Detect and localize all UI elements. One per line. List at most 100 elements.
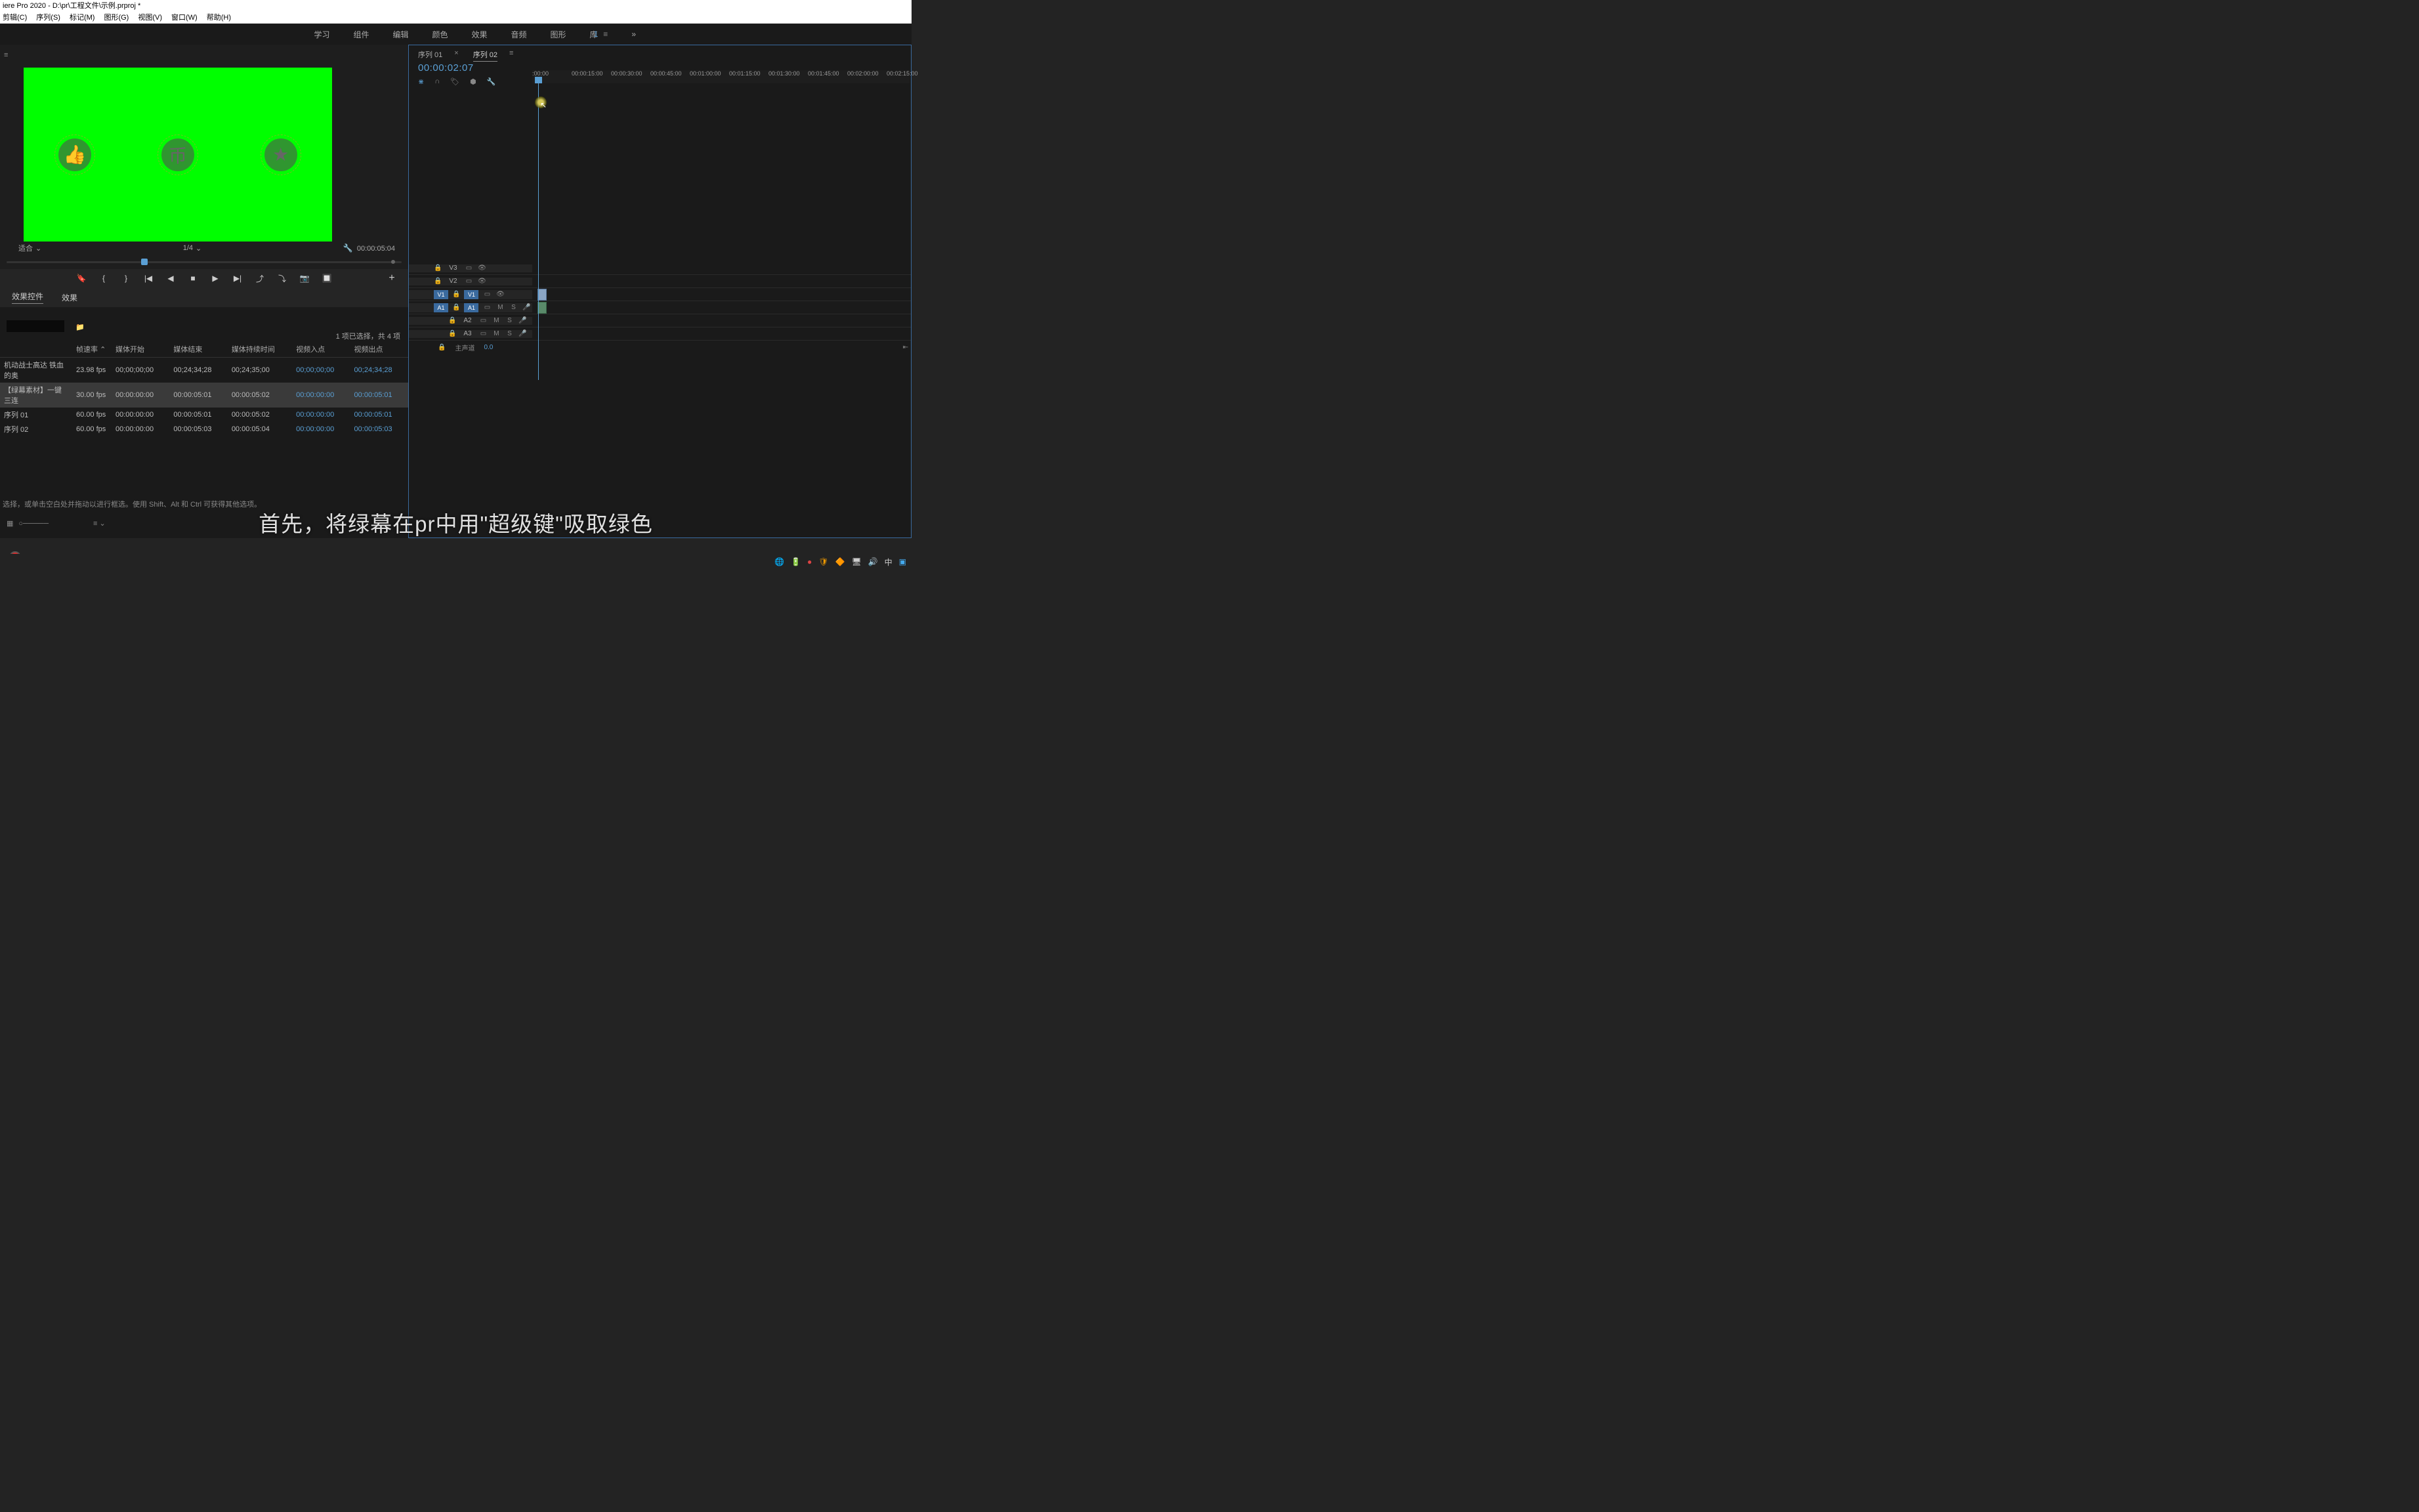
col-videoout[interactable]: 视频出点 (350, 341, 408, 358)
output-icon[interactable]: ▭ (478, 317, 488, 325)
col-videoin[interactable]: 视频入点 (292, 341, 350, 358)
collapse-icon[interactable]: ⇤ (903, 344, 908, 351)
out-point-button[interactable]: } (120, 272, 132, 284)
table-row[interactable]: 序列 0260.00 fps00:00:00:0000:00:05:0300:0… (0, 422, 408, 436)
marker-icon[interactable]: 🏷 (450, 77, 459, 86)
playhead[interactable] (538, 78, 539, 380)
track-a3[interactable]: 🔒A3▭MS🎤 (409, 327, 911, 341)
ws-edit[interactable]: 编辑 (392, 29, 408, 40)
project-search-input[interactable] (7, 320, 64, 332)
timeline-timecode[interactable]: 00:00:02:07 (418, 62, 495, 74)
lock-icon[interactable]: 🔒 (448, 330, 456, 337)
menu-clip[interactable]: 剪辑(C) (3, 12, 27, 23)
col-mediastart[interactable]: 媒体开始 (112, 341, 169, 358)
output-icon[interactable]: ▭ (482, 304, 492, 312)
track-v3[interactable]: 🔒V3▭👁 (409, 262, 911, 275)
mic-icon[interactable]: 🎤 (518, 330, 527, 338)
mute-button[interactable]: M (492, 330, 501, 338)
comparison-button[interactable]: 🔲 (321, 272, 333, 284)
ws-pager[interactable]: 1≡ » (594, 30, 636, 39)
ws-learn[interactable]: 学习 (314, 29, 329, 40)
lock-icon[interactable]: 🔒 (448, 317, 456, 324)
menu-marker[interactable]: 标记(M) (70, 12, 95, 23)
snap-icon[interactable]: ⋇ (418, 77, 424, 86)
close-tab-icon[interactable]: × (454, 49, 458, 62)
scrubber-thumb[interactable] (141, 259, 148, 265)
button-editor-icon[interactable]: + (386, 272, 398, 284)
video-clip[interactable] (537, 289, 547, 301)
stop-button[interactable]: ■ (187, 272, 199, 284)
mute-button[interactable]: M (492, 317, 501, 325)
source-a1[interactable]: A1 (434, 303, 448, 312)
tray-app-icon[interactable]: ▣ (899, 557, 906, 566)
col-mediaduration[interactable]: 媒体持续时间 (228, 341, 292, 358)
solo-button[interactable]: S (509, 304, 518, 312)
eye-icon[interactable]: 👁 (495, 291, 505, 299)
master-level[interactable]: 0.0 (484, 344, 493, 351)
resolution-dropdown[interactable]: 1/4⌄ (183, 244, 202, 253)
lock-icon[interactable]: 🔒 (434, 278, 442, 285)
monitor-scrubber[interactable] (7, 259, 402, 266)
go-to-out-button[interactable]: ▶| (232, 272, 243, 284)
play-button[interactable]: ▶ (209, 272, 221, 284)
table-row[interactable]: 机动战士高达 铁血的奥23.98 fps00;00;00;0000;24;34;… (0, 358, 408, 383)
table-row[interactable]: 【绿幕素材】一键三连30.00 fps00:00:00:0000:00:05:0… (0, 383, 408, 408)
tray-monitor-icon[interactable]: 🖥 (851, 557, 861, 566)
wrench-icon[interactable]: 🔧 (343, 243, 353, 253)
mic-icon[interactable]: 🎤 (518, 317, 527, 325)
wrench-icon[interactable]: 🔧 (487, 77, 496, 86)
tray-volume-icon[interactable]: 🔊 (868, 557, 878, 566)
solo-button[interactable]: S (505, 317, 514, 325)
menu-help[interactable]: 帮助(H) (207, 12, 231, 23)
col-framerate[interactable]: 帧速率 ⌃ (72, 341, 112, 358)
tab-effects[interactable]: 效果 (62, 292, 77, 303)
lock-icon[interactable]: 🔒 (452, 304, 460, 311)
source-v1[interactable]: V1 (434, 290, 448, 299)
track-a1[interactable]: A1🔒A1▭MS🎤 (409, 301, 911, 314)
zoom-slider[interactable]: ○───── (18, 520, 49, 528)
linked-selection-icon[interactable]: ∩ (434, 77, 440, 86)
mic-icon[interactable]: 🎤 (522, 304, 531, 312)
track-v1[interactable]: V1🔒V1▭👁 (409, 288, 911, 301)
list-view-icon[interactable]: ▦ (7, 519, 13, 528)
ws-graphics[interactable]: 图形 (551, 29, 566, 40)
sort-icon[interactable]: ≡ ⌄ (93, 519, 106, 528)
output-icon[interactable]: ▭ (478, 330, 488, 338)
ws-assembly[interactable]: 组件 (353, 29, 369, 40)
marker-button[interactable]: 🔖 (75, 272, 87, 284)
tab-menu-icon[interactable]: ≡ (509, 49, 513, 62)
settings-icon[interactable]: ⬢ (470, 77, 476, 86)
sequence-tab-1[interactable]: 序列 01 (418, 49, 442, 62)
folder-icon[interactable]: 📁 (75, 324, 85, 331)
in-point-button[interactable]: { (98, 272, 110, 284)
audio-clip[interactable] (537, 302, 547, 314)
go-to-in-button[interactable]: |◀ (142, 272, 154, 284)
program-monitor-viewport[interactable]: 👍 币 ★ (24, 68, 332, 242)
output-icon[interactable]: ▭ (464, 278, 473, 285)
panel-menu-icon[interactable]: ≡ (4, 51, 8, 59)
mute-button[interactable]: M (495, 304, 505, 312)
tab-effect-controls[interactable]: 效果控件 (12, 291, 43, 304)
zoom-fit-dropdown[interactable]: 适合⌄ (18, 243, 41, 253)
ws-effects[interactable]: 效果 (472, 29, 488, 40)
lock-icon[interactable]: 🔒 (438, 344, 446, 351)
output-icon[interactable]: ▭ (464, 264, 473, 272)
tray-shield-icon[interactable]: 🛡 (818, 557, 828, 566)
export-frame-button[interactable]: 📷 (299, 272, 310, 284)
eye-icon[interactable]: 👁 (477, 264, 486, 272)
tray-rec-icon[interactable]: ● (807, 557, 812, 566)
track-v2[interactable]: 🔒V2▭👁 (409, 275, 911, 288)
menu-graphics[interactable]: 图形(G) (104, 12, 129, 23)
tray-security-icon[interactable]: 🔶 (835, 557, 845, 566)
lock-icon[interactable]: 🔒 (452, 291, 460, 298)
lock-icon[interactable]: 🔒 (434, 264, 442, 272)
col-mediaend[interactable]: 媒体结束 (169, 341, 227, 358)
tray-battery-icon[interactable]: 🔋 (791, 557, 801, 566)
tray-globe-icon[interactable]: 🌐 (774, 557, 784, 566)
overwrite-button[interactable]: ⤵ (276, 272, 288, 284)
ws-audio[interactable]: 音频 (511, 29, 527, 40)
eye-icon[interactable]: 👁 (477, 278, 486, 285)
ws-color[interactable]: 颜色 (432, 29, 448, 40)
insert-button[interactable]: ⤴ (254, 272, 266, 284)
table-row[interactable]: 序列 0160.00 fps00:00:00:0000:00:05:0100:0… (0, 408, 408, 422)
